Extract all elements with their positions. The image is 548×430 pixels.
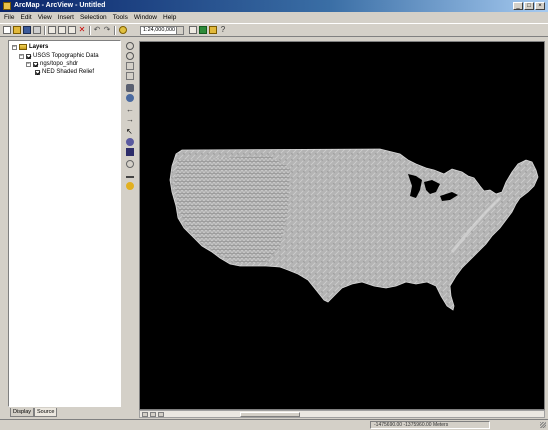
map-horizontal-scrollbar[interactable] bbox=[139, 410, 545, 418]
identify-tool-icon[interactable] bbox=[126, 148, 134, 156]
resize-grip-icon[interactable] bbox=[540, 422, 546, 428]
menu-file[interactable]: File bbox=[4, 14, 14, 21]
toc-tabs: Display Source bbox=[8, 408, 121, 418]
toolbar-separator bbox=[114, 26, 116, 35]
checkbox-checked-icon[interactable] bbox=[33, 61, 38, 67]
tab-source[interactable]: Source bbox=[34, 408, 58, 417]
toc-group-label: USGS Topographic Data bbox=[33, 53, 99, 59]
title-bar: ArcMap - ArcView - Untitled _ □ × bbox=[0, 0, 548, 12]
map-display[interactable] bbox=[139, 41, 545, 410]
toc-group-usgs[interactable]: − USGS Topographic Data bbox=[19, 53, 99, 59]
toc-root-layers[interactable]: − Layers bbox=[12, 44, 48, 50]
standard-toolbar: ✕ ↶ ↷ 1:24,000,000 ? bbox=[0, 23, 548, 37]
toolbar-separator bbox=[44, 26, 46, 35]
scrollbar-thumb[interactable] bbox=[240, 412, 300, 417]
layout-view-icon[interactable] bbox=[150, 412, 156, 417]
menu-help[interactable]: Help bbox=[163, 14, 176, 21]
print-icon[interactable] bbox=[33, 26, 41, 34]
new-icon[interactable] bbox=[3, 26, 11, 34]
minimize-button[interactable]: _ bbox=[513, 2, 523, 10]
toc-layer-label: ngs/topo_shdr bbox=[40, 61, 79, 67]
open-icon[interactable] bbox=[13, 26, 21, 34]
back-extent-icon[interactable]: ← bbox=[126, 106, 134, 114]
collapse-icon[interactable]: − bbox=[26, 61, 31, 67]
toc-layer-topo[interactable]: − ngs/topo_shdr bbox=[26, 61, 78, 67]
whats-this-icon[interactable]: ? bbox=[219, 26, 227, 34]
forward-extent-icon[interactable]: → bbox=[126, 116, 134, 124]
toolbar-separator bbox=[89, 26, 91, 35]
arctoolbox-icon[interactable] bbox=[199, 26, 207, 34]
tab-display[interactable]: Display bbox=[10, 408, 35, 417]
pan-icon[interactable] bbox=[126, 84, 134, 92]
shaded-relief-map bbox=[169, 148, 539, 311]
arcmap-app-icon bbox=[3, 2, 11, 10]
zoom-in-icon[interactable] bbox=[126, 42, 134, 50]
undo-icon[interactable]: ↶ bbox=[93, 26, 101, 34]
copy-icon[interactable] bbox=[58, 26, 66, 34]
coordinate-readout: -1475690.00 -1375960.00 Meters bbox=[370, 421, 490, 429]
delete-icon[interactable]: ✕ bbox=[78, 26, 86, 34]
checkbox-checked-icon[interactable] bbox=[26, 53, 31, 59]
measure-icon[interactable] bbox=[126, 170, 134, 178]
hyperlink-icon[interactable] bbox=[126, 182, 134, 190]
menu-selection[interactable]: Selection bbox=[80, 14, 107, 21]
chevron-down-icon[interactable] bbox=[176, 27, 183, 34]
toc-sublayer-ned[interactable]: NED Shaded Relief bbox=[35, 69, 94, 75]
western-mountains bbox=[174, 156, 290, 264]
toc-sublayer-label: NED Shaded Relief bbox=[42, 69, 95, 75]
close-button[interactable]: × bbox=[535, 2, 545, 10]
menu-bar: File Edit View Insert Selection Tools Wi… bbox=[0, 12, 548, 23]
fixed-zoom-in-icon[interactable] bbox=[126, 62, 134, 70]
menu-view[interactable]: View bbox=[38, 14, 52, 21]
select-features-icon[interactable]: ↖ bbox=[126, 128, 134, 136]
find-icon[interactable] bbox=[126, 160, 134, 168]
full-extent-icon[interactable] bbox=[126, 94, 134, 102]
cut-icon[interactable] bbox=[48, 26, 56, 34]
menu-tools[interactable]: Tools bbox=[113, 14, 128, 21]
fixed-zoom-out-icon[interactable] bbox=[126, 72, 134, 80]
table-of-contents: − Layers − USGS Topographic Data − ngs/t… bbox=[8, 40, 121, 407]
data-view-icon[interactable] bbox=[142, 412, 148, 417]
toc-root-label: Layers bbox=[29, 44, 49, 50]
menu-insert[interactable]: Insert bbox=[58, 14, 74, 21]
map-scale-combobox[interactable]: 1:24,000,000 bbox=[140, 26, 184, 35]
add-data-icon[interactable] bbox=[119, 26, 127, 34]
editor-icon[interactable] bbox=[189, 26, 197, 34]
select-elements-icon[interactable] bbox=[126, 138, 134, 146]
map-scale-value: 1:24,000,000 bbox=[143, 27, 176, 33]
menu-edit[interactable]: Edit bbox=[20, 14, 31, 21]
save-icon[interactable] bbox=[23, 26, 31, 34]
maximize-button[interactable]: □ bbox=[524, 2, 534, 10]
status-bar: -1475690.00 -1375960.00 Meters bbox=[0, 419, 548, 430]
menu-window[interactable]: Window bbox=[134, 14, 157, 21]
tools-toolbar: ← → ↖ bbox=[123, 40, 137, 200]
checkbox-checked-icon[interactable] bbox=[35, 69, 40, 75]
redo-icon[interactable]: ↷ bbox=[103, 26, 111, 34]
window-controls: _ □ × bbox=[513, 2, 545, 10]
paste-icon[interactable] bbox=[68, 26, 76, 34]
zoom-out-icon[interactable] bbox=[126, 52, 134, 60]
arccatalog-icon[interactable] bbox=[209, 26, 217, 34]
refresh-icon[interactable] bbox=[158, 412, 164, 417]
window-title: ArcMap - ArcView - Untitled bbox=[14, 2, 106, 9]
layers-icon bbox=[19, 44, 27, 50]
collapse-icon[interactable]: − bbox=[12, 44, 17, 50]
collapse-icon[interactable]: − bbox=[19, 53, 24, 59]
